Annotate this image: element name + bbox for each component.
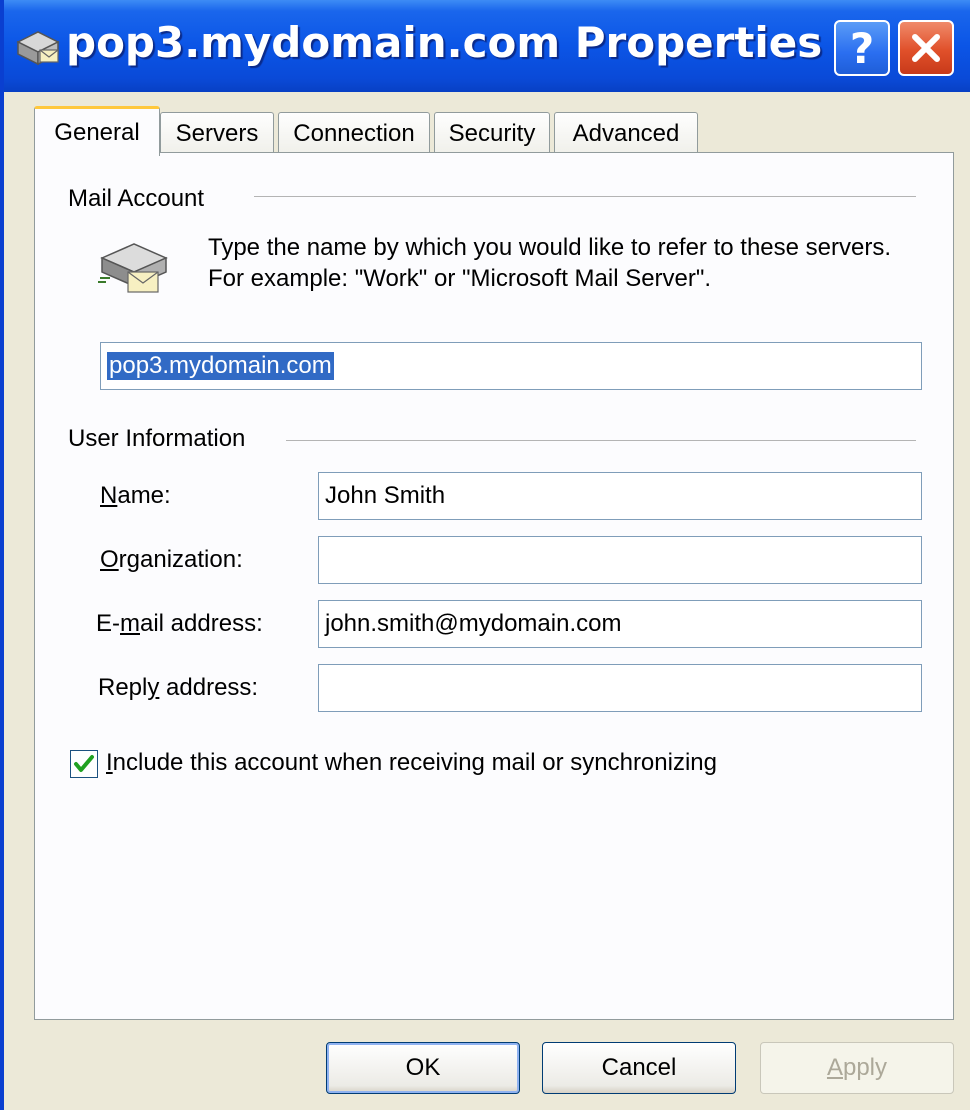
organization-input[interactable]	[318, 536, 922, 584]
email-label-prefix: E-	[96, 610, 120, 637]
tab-advanced[interactable]: Advanced	[554, 112, 698, 154]
checkmark-icon	[74, 755, 94, 772]
close-icon	[912, 34, 940, 62]
user-info-divider	[286, 440, 916, 441]
apply-button[interactable]: Apply	[760, 1042, 954, 1094]
mail-account-description: Type the name by which you would like to…	[208, 234, 892, 292]
account-name-input[interactable]: pop3.mydomain.com	[100, 342, 922, 390]
apply-label-mnemonic: A	[826, 1054, 843, 1081]
help-icon: ?	[849, 23, 875, 73]
cancel-button[interactable]: Cancel	[542, 1042, 736, 1094]
reply-address-label: Reply address:	[98, 674, 258, 702]
include-account-checkbox[interactable]	[70, 750, 98, 778]
mail-account-divider	[254, 196, 916, 197]
tab-label: Servers	[175, 119, 259, 147]
name-value: John Smith	[325, 482, 446, 509]
tab-label: Advanced	[572, 119, 680, 147]
mail-server-icon	[98, 243, 168, 293]
cancel-label: Cancel	[601, 1054, 677, 1081]
name-label-text: ame:	[117, 482, 171, 509]
include-label-text: nclude this account when receiving mail …	[112, 749, 717, 776]
organization-label-text: rganization:	[118, 546, 243, 573]
tab-label: Connection	[293, 119, 415, 147]
apply-label-text: pply	[842, 1054, 888, 1081]
mail-account-section-label: Mail Account	[68, 185, 215, 213]
organization-label: Organization:	[100, 546, 243, 574]
account-name-value: pop3.mydomain.com	[107, 352, 334, 380]
include-label-mnemonic: I	[106, 749, 113, 776]
email-address-input[interactable]: john.smith@mydomain.com	[318, 600, 922, 648]
tab-label: General	[54, 118, 140, 146]
tab-servers[interactable]: Servers	[160, 112, 274, 154]
tab-connection[interactable]: Connection	[278, 112, 430, 154]
user-info-section-label: User Information	[68, 425, 256, 453]
title-bar[interactable]: pop3.mydomain.com Properties ?	[4, 0, 970, 92]
reply-label-mnemonic: y	[147, 674, 160, 701]
properties-dialog: pop3.mydomain.com Properties ? General S…	[0, 0, 970, 1110]
email-address-value: john.smith@mydomain.com	[325, 610, 622, 637]
name-label-mnemonic: N	[100, 482, 118, 509]
close-button[interactable]	[898, 20, 954, 76]
help-button[interactable]: ?	[834, 20, 890, 76]
name-label: Name:	[100, 482, 171, 510]
email-label-mnemonic: m	[120, 610, 140, 637]
ok-button[interactable]: OK	[326, 1042, 520, 1094]
tab-general[interactable]: General	[34, 106, 160, 156]
email-label-text: ail address:	[140, 610, 263, 637]
organization-label-mnemonic: O	[100, 546, 119, 573]
email-address-label: E-mail address:	[96, 610, 263, 638]
include-account-label[interactable]: Include this account when receiving mail…	[106, 749, 717, 777]
reply-label-prefix: Repl	[98, 674, 148, 701]
reply-label-text: address:	[159, 674, 259, 701]
reply-address-input[interactable]	[318, 664, 922, 712]
name-input[interactable]: John Smith	[318, 472, 922, 520]
mail-account-icon	[16, 31, 60, 66]
tab-label: Security	[448, 119, 536, 147]
tab-security[interactable]: Security	[434, 112, 550, 154]
window-title: pop3.mydomain.com Properties	[66, 18, 823, 67]
ok-label: OK	[405, 1054, 441, 1081]
